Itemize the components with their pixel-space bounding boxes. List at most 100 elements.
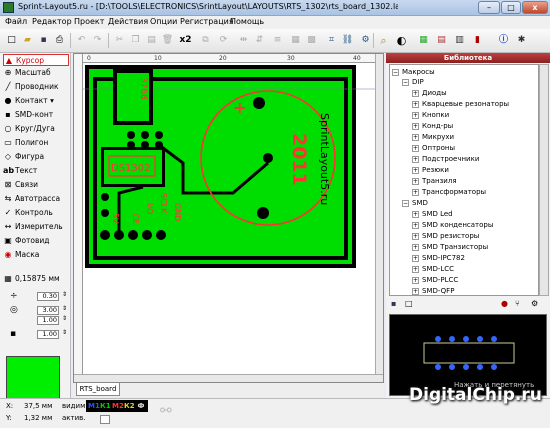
menu-help[interactable]: Помощь	[230, 17, 264, 26]
expand-icon[interactable]: +	[412, 144, 419, 152]
tool-connections[interactable]: ⊠ Связи	[3, 179, 69, 191]
close-button[interactable]: x	[522, 1, 548, 14]
tree-item[interactable]: + Кнопки	[412, 110, 449, 120]
spin-arrows-icon[interactable]: ⇕	[62, 315, 67, 322]
save-icon[interactable]: ▪	[36, 33, 51, 48]
tree-item[interactable]: + Транзиля	[412, 176, 457, 186]
expand-icon[interactable]: +	[412, 265, 419, 273]
connect-icon[interactable]: ⛓	[340, 33, 355, 48]
undo-icon[interactable]: ↶	[74, 33, 89, 48]
expand-icon[interactable]: +	[412, 155, 419, 163]
tree-group-dip[interactable]: − DIP	[402, 77, 424, 87]
zoom-search-icon[interactable]: ⌕	[376, 33, 391, 48]
tree-item[interactable]: + SMD-QFP	[412, 286, 454, 295]
group-icon[interactable]: ▦	[288, 33, 303, 48]
paste-icon[interactable]: ▤	[144, 33, 159, 48]
tree-item[interactable]: + SMD-PLCC	[412, 275, 458, 285]
save-macro-icon[interactable]: ▪	[391, 299, 396, 308]
expand-icon[interactable]: +	[412, 111, 419, 119]
spin-arrows-icon[interactable]: ⇕	[62, 329, 67, 336]
tree-item[interactable]: + Диоды	[412, 88, 447, 98]
mirror-vertical-icon[interactable]: ⇵	[252, 33, 267, 48]
tool-photoview[interactable]: ▣ Фотовид	[3, 235, 69, 247]
menu-editor[interactable]: Редактор	[32, 17, 72, 26]
tree-item[interactable]: + SMD-IPC782	[412, 253, 465, 263]
tree-item[interactable]: + Оптроны	[412, 143, 455, 153]
menu-project[interactable]: Проект	[74, 17, 104, 26]
tool-mask[interactable]: ◉ Маска	[3, 249, 69, 261]
tree-root[interactable]: − Макросы	[392, 67, 435, 77]
tool-cursor[interactable]: ▲ Курсор	[3, 54, 69, 66]
maximize-button[interactable]: □	[501, 1, 521, 14]
layer-m2[interactable]: М2	[112, 401, 124, 411]
macro-preview[interactable]: Нажать и перетянуть	[389, 314, 547, 396]
collapse-icon[interactable]: −	[402, 199, 409, 207]
export-icon[interactable]: ▤	[434, 33, 449, 48]
copy-icon[interactable]: ❐	[128, 33, 143, 48]
expand-icon[interactable]: +	[412, 276, 419, 284]
cut-icon[interactable]: ✂	[112, 33, 127, 48]
delete-icon[interactable]: 🗑	[160, 33, 175, 48]
tree-item[interactable]: + SMD-LCC	[412, 264, 454, 274]
expand-icon[interactable]: +	[412, 254, 419, 262]
minimize-button[interactable]: –	[478, 1, 500, 14]
tree-item[interactable]: + Кварцевые резонаторы	[412, 99, 509, 109]
options-icon[interactable]: ⚙	[531, 299, 538, 308]
tree-item[interactable]: + Конд-ры	[412, 121, 453, 131]
tool-zoom[interactable]: ⊕ Масштаб	[3, 67, 69, 79]
active-layer-radio[interactable]	[100, 415, 110, 424]
tree-group-smd[interactable]: − SMD	[402, 198, 428, 208]
rotate-icon[interactable]: ⟳	[216, 33, 231, 48]
redo-icon[interactable]: ↷	[90, 33, 105, 48]
tab-rts-board[interactable]: RTS_board	[76, 383, 120, 396]
expand-icon[interactable]: +	[412, 177, 419, 185]
info-icon[interactable]: ⓘ	[496, 33, 511, 48]
tool-polygon[interactable]: ▭ Полигон	[3, 137, 69, 149]
tool-circle-arc[interactable]: ○ Круг/Дуга	[3, 123, 69, 135]
dropdown-arrow-icon[interactable]: ▾	[50, 96, 54, 105]
board-canvas[interactable]: 0 10 20 30 40 3768 DS1302 CE I/O SCLK GN…	[73, 53, 384, 383]
layer-f[interactable]: Ф	[136, 401, 146, 411]
tree-item[interactable]: + SMD Транзисторы	[412, 242, 488, 252]
spin-arrows-icon[interactable]: ⇕	[62, 305, 67, 312]
properties-icon[interactable]: ⚙	[358, 33, 373, 48]
tree-item[interactable]: + Резюки	[412, 165, 449, 175]
tool-autoroute[interactable]: ⇆ Автотрасса	[3, 193, 69, 205]
tool-pad[interactable]: ● Контакт ▾	[3, 95, 69, 107]
layer-m1[interactable]: М1	[88, 401, 100, 411]
expand-icon[interactable]: +	[412, 133, 419, 141]
expand-icon[interactable]: +	[412, 287, 419, 295]
menu-registration[interactable]: Регистрация	[180, 17, 234, 26]
expand-icon[interactable]: +	[412, 166, 419, 174]
track-width-input[interactable]: 0.30	[37, 292, 59, 301]
expand-icon[interactable]: +	[412, 232, 419, 240]
expand-icon[interactable]: +	[412, 221, 419, 229]
page-icon[interactable]: □	[405, 299, 413, 308]
mirror-horizontal-icon[interactable]: ⇹	[236, 33, 251, 48]
tree-item[interactable]: + Подстроечники	[412, 154, 479, 164]
settings-icon[interactable]: ✱	[514, 33, 529, 48]
tool-track[interactable]: ╱ Проводник	[3, 81, 69, 93]
expand-icon[interactable]: +	[412, 210, 419, 218]
duplicate-icon[interactable]: ⧉	[198, 33, 213, 48]
collapse-icon[interactable]: −	[402, 78, 409, 86]
horizontal-scrollbar[interactable]	[74, 374, 383, 382]
tree-item[interactable]: + Трансформаторы	[412, 187, 486, 197]
zoom-x2-button[interactable]: x2	[178, 33, 193, 48]
library-scrollbar[interactable]	[539, 64, 549, 296]
tree-item[interactable]: + Микрухи	[412, 132, 454, 142]
tree-item[interactable]: + SMD конденсаторы	[412, 220, 493, 230]
tool-check[interactable]: ✓ Контроль	[3, 207, 69, 219]
expand-icon[interactable]: +	[412, 89, 419, 97]
layer-color-swatch[interactable]	[6, 356, 60, 401]
menu-actions[interactable]: Действия	[108, 17, 148, 26]
contrast-icon[interactable]: ◐	[394, 33, 409, 48]
pad-outer-input[interactable]: 3.00	[37, 306, 59, 315]
expand-icon[interactable]: +	[412, 100, 419, 108]
expand-icon[interactable]: +	[412, 122, 419, 130]
pad-inner-input[interactable]: 1.00	[37, 316, 59, 325]
link-icon[interactable]: ⚯	[160, 403, 172, 419]
library-tree[interactable]: − Макросы − DIP + Диоды + Кварцевые резонато…	[389, 64, 539, 296]
spin-arrows-icon[interactable]: ⇕	[62, 291, 67, 298]
gerber-icon[interactable]: ▥	[452, 33, 467, 48]
